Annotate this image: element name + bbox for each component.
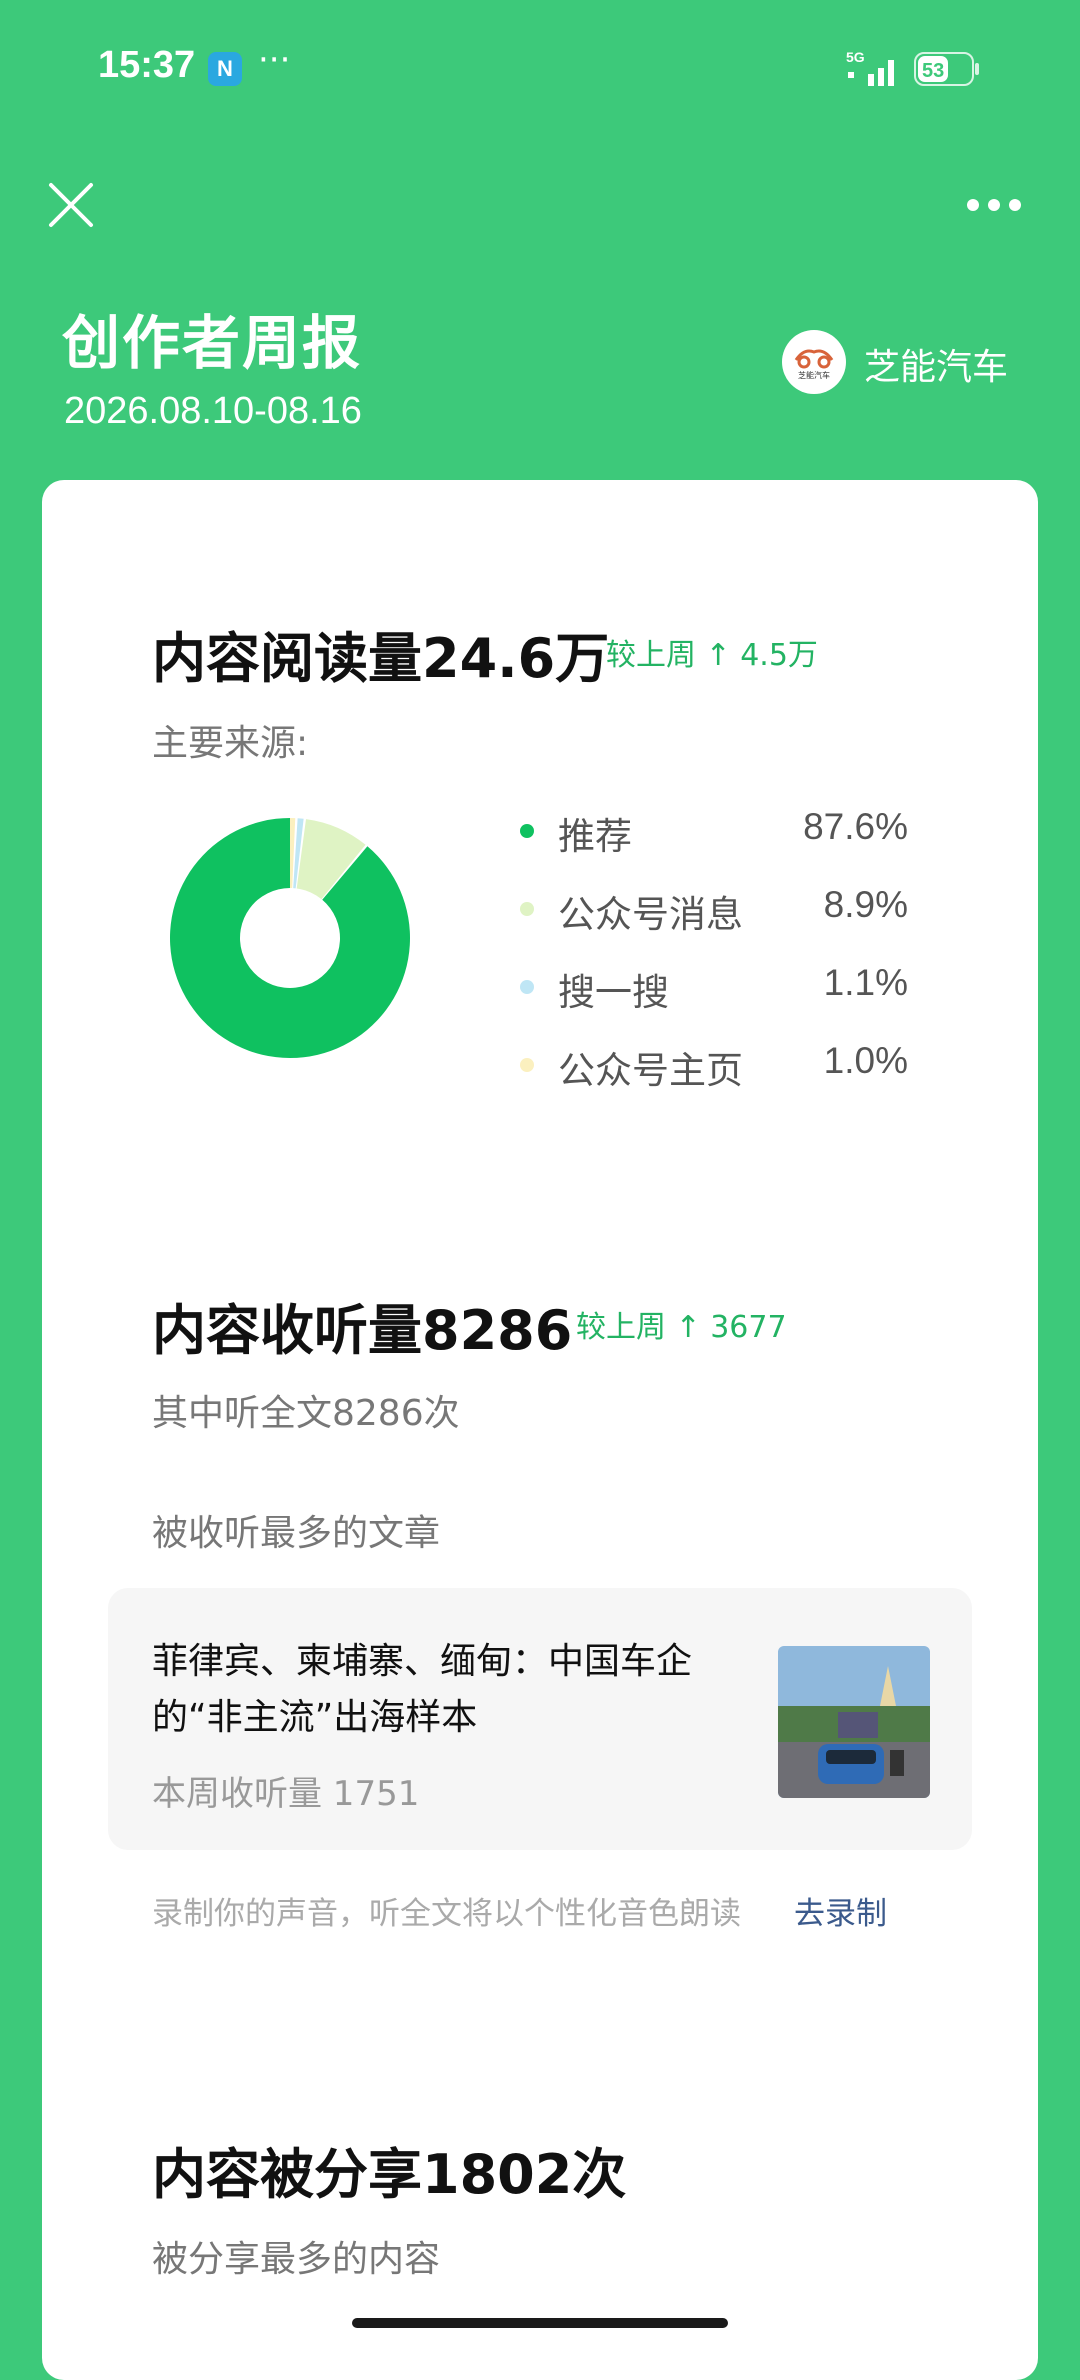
signal-icon: 5G xyxy=(846,49,894,86)
account-avatar[interactable]: 芝能汽车 xyxy=(782,330,846,394)
nfc-icon: N xyxy=(208,52,242,86)
legend-value-1: 87.6% xyxy=(803,806,908,847)
legend-label-2: 公众号消息 xyxy=(558,893,743,936)
legend-dot-2 xyxy=(520,902,534,916)
legend-value-2: 8.9% xyxy=(823,884,908,925)
top-article-title[interactable]: 菲律宾、柬埔寨、缅甸：中国车企的“非主流”出海样本 xyxy=(152,1634,752,1746)
home-indicator[interactable] xyxy=(352,2318,728,2328)
page-title: 创作者周报 xyxy=(62,309,363,377)
legend-dot-1 xyxy=(520,824,534,838)
more-notifications-icon: ··· xyxy=(258,40,291,80)
legend-value-4: 1.0% xyxy=(823,1040,908,1081)
network-type-label: 5G xyxy=(846,49,865,65)
avatar-logo-text: 芝能汽车 xyxy=(798,370,830,380)
battery-level: 53 xyxy=(922,60,944,82)
source-label: 主要来源: xyxy=(152,723,309,764)
battery-icon: 53 xyxy=(914,52,980,86)
legend-label-1: 推荐 xyxy=(558,815,632,858)
reads-compare: 较上周 ↑ 4.5万 xyxy=(606,638,818,673)
shares-title: 内容被分享1802次 xyxy=(152,2143,627,2206)
full-listens-count: 其中听全文8286次 xyxy=(152,1393,460,1434)
reads-title: 内容阅读量24.6万 xyxy=(152,627,610,690)
legend-dot-3 xyxy=(520,980,534,994)
legend-dot-4 xyxy=(520,1058,534,1072)
account-name[interactable]: 芝能汽车 xyxy=(864,338,1008,390)
status-time: 15:37 xyxy=(98,44,196,86)
top-article-listens: 本周收听量 1751 xyxy=(152,1774,420,1814)
top-article-thumbnail[interactable] xyxy=(778,1646,930,1798)
more-options-icon[interactable] xyxy=(964,196,1024,214)
watermark: @芝能-烟烟 xyxy=(872,2312,1033,2347)
record-voice-link[interactable]: 去录制 xyxy=(794,1888,887,1933)
source-donut-chart xyxy=(169,818,410,1058)
top-shared-label: 被分享最多的内容 xyxy=(152,2239,441,2280)
listens-compare: 较上周 ↑ 3677 xyxy=(576,1310,787,1345)
listens-title: 内容收听量8286 xyxy=(152,1299,573,1362)
close-icon[interactable] xyxy=(46,180,96,230)
legend-label-3: 搜一搜 xyxy=(558,971,669,1014)
top-listened-label: 被收听最多的文章 xyxy=(152,1513,441,1554)
legend-value-3: 1.1% xyxy=(823,962,908,1003)
top-article-card[interactable]: 菲律宾、柬埔寨、缅甸：中国车企的“非主流”出海样本 本周收听量 1751 xyxy=(108,1588,972,1850)
date-range: 2026.08.10-08.16 xyxy=(64,390,362,432)
record-voice-hint: 录制你的声音，听全文将以个性化音色朗读 xyxy=(152,1896,741,1932)
legend-label-4: 公众号主页 xyxy=(558,1049,743,1092)
